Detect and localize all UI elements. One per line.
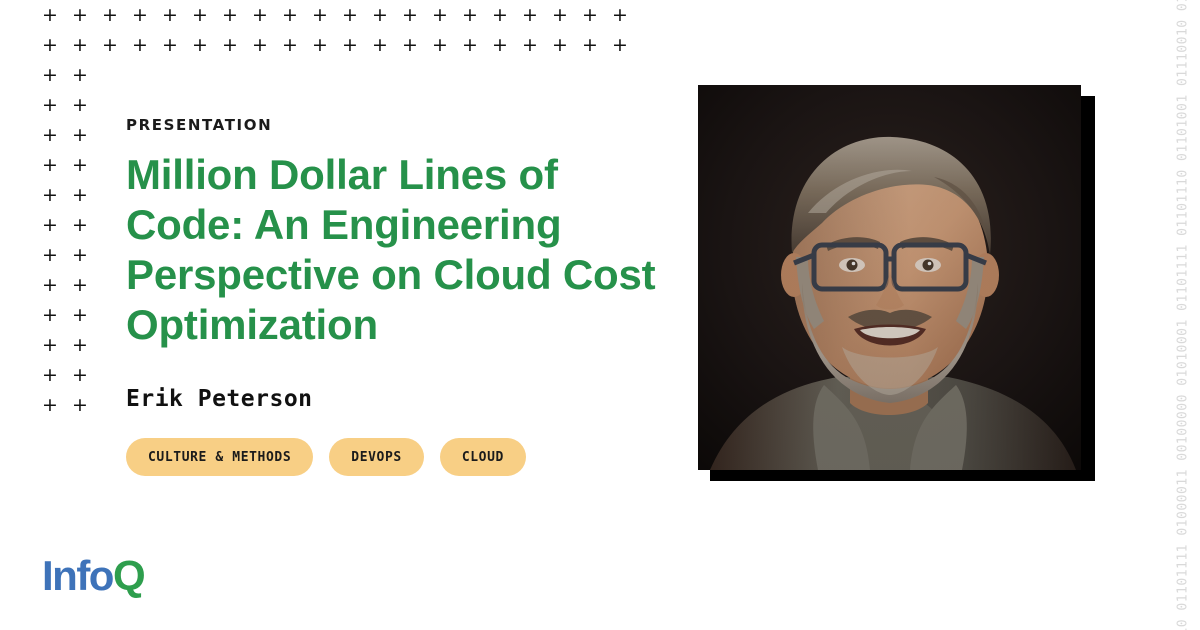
- plus-glyph: +: [72, 304, 88, 326]
- plus-glyph: +: [72, 94, 88, 116]
- plus-glyph: +: [282, 34, 298, 56]
- plus-glyph: +: [72, 124, 88, 146]
- plus-glyph: +: [582, 34, 598, 56]
- plus-glyph: +: [342, 4, 358, 26]
- plus-glyph: +: [42, 394, 58, 416]
- plus-glyph: +: [72, 244, 88, 266]
- plus-glyph: +: [432, 34, 448, 56]
- plus-glyph: +: [372, 4, 388, 26]
- infoq-logo[interactable]: InfoQ: [42, 552, 146, 599]
- plus-glyph: +: [522, 4, 538, 26]
- content-column: PRESENTATION Million Dollar Lines of Cod…: [126, 116, 686, 476]
- plus-glyph: +: [402, 34, 418, 56]
- plus-glyph: +: [102, 4, 118, 26]
- plus-glyph: +: [402, 4, 418, 26]
- plus-glyph: +: [132, 34, 148, 56]
- plus-glyph: +: [42, 94, 58, 116]
- binary-text: 01101110 01101111 01000011 00100000 0101…: [1175, 0, 1191, 630]
- page-title: Million Dollar Lines of Code: An Enginee…: [126, 151, 656, 348]
- logo-q-text: Q: [112, 552, 146, 599]
- plus-glyph: +: [72, 184, 88, 206]
- plus-glyph: +: [162, 34, 178, 56]
- plus-glyph: +: [72, 364, 88, 386]
- plus-glyph: +: [462, 34, 478, 56]
- plus-glyph: +: [252, 4, 268, 26]
- plus-glyph: +: [72, 274, 88, 296]
- plus-glyph: +: [342, 34, 358, 56]
- plus-glyph: +: [312, 34, 328, 56]
- plus-glyph: +: [42, 244, 58, 266]
- topic-tag[interactable]: CULTURE & METHODS: [126, 438, 314, 476]
- plus-glyph: +: [42, 364, 58, 386]
- plus-glyph: +: [72, 34, 88, 56]
- plus-glyph: +: [462, 4, 478, 26]
- plus-glyph: +: [132, 4, 148, 26]
- tag-list: CULTURE & METHODS DEVOPS CLOUD: [126, 438, 686, 476]
- plus-glyph: +: [432, 4, 448, 26]
- plus-glyph: +: [42, 334, 58, 356]
- plus-glyph: +: [312, 4, 328, 26]
- plus-glyph: +: [72, 4, 88, 26]
- plus-glyph: +: [222, 34, 238, 56]
- plus-glyph: +: [582, 4, 598, 26]
- plus-glyph: +: [522, 34, 538, 56]
- plus-glyph: +: [42, 4, 58, 26]
- plus-glyph: +: [492, 4, 508, 26]
- plus-glyph: +: [72, 394, 88, 416]
- plus-glyph: +: [222, 4, 238, 26]
- plus-glyph: +: [612, 34, 628, 56]
- plus-glyph: +: [282, 4, 298, 26]
- topic-tag[interactable]: CLOUD: [439, 438, 526, 476]
- plus-glyph: +: [552, 34, 568, 56]
- plus-glyph: +: [42, 124, 58, 146]
- topic-tag[interactable]: DEVOPS: [329, 438, 424, 476]
- plus-glyph: +: [162, 4, 178, 26]
- plus-glyph: +: [72, 214, 88, 236]
- plus-glyph: +: [492, 34, 508, 56]
- plus-glyph: +: [42, 304, 58, 326]
- plus-glyph: +: [72, 154, 88, 176]
- plus-glyph: +: [612, 4, 628, 26]
- logo-info-text: Info: [42, 552, 114, 599]
- speaker-photo: [698, 85, 1081, 470]
- plus-glyph: +: [102, 34, 118, 56]
- plus-glyph: +: [192, 34, 208, 56]
- plus-glyph: +: [192, 4, 208, 26]
- speaker-photo-container: [698, 85, 1095, 481]
- plus-glyph: +: [372, 34, 388, 56]
- plus-glyph: +: [42, 214, 58, 236]
- plus-glyph: +: [252, 34, 268, 56]
- plus-glyph: +: [42, 184, 58, 206]
- plus-glyph: +: [42, 34, 58, 56]
- plus-glyph: +: [42, 154, 58, 176]
- plus-glyph: +: [42, 64, 58, 86]
- plus-glyph: +: [72, 334, 88, 356]
- binary-strip-decoration: 01101110 01101111 01000011 00100000 0101…: [1166, 0, 1200, 630]
- plus-glyph: +: [42, 274, 58, 296]
- content-type-label: PRESENTATION: [126, 116, 273, 134]
- plus-glyph: +: [72, 64, 88, 86]
- plus-glyph: +: [552, 4, 568, 26]
- author-name: Erik Peterson: [126, 386, 313, 412]
